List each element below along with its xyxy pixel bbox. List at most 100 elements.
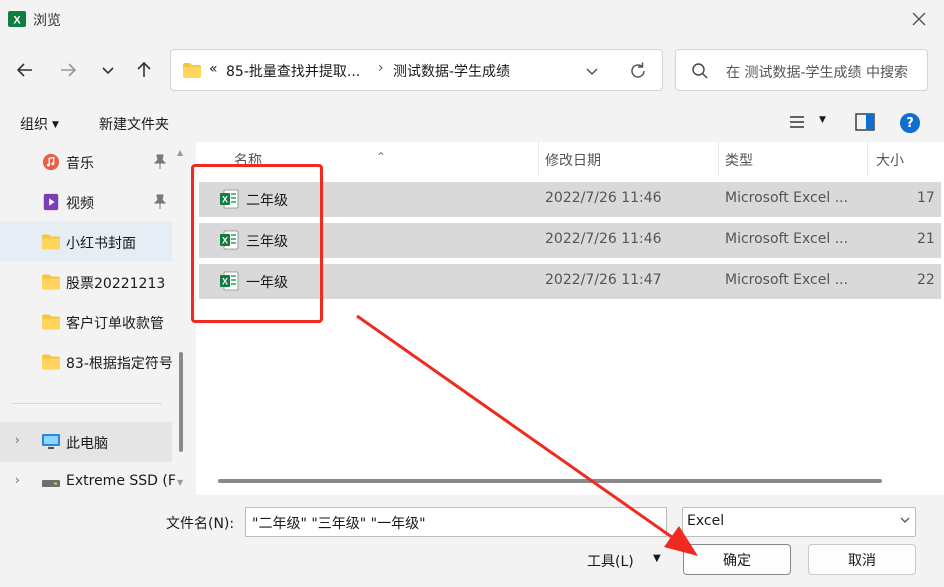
sidebar-scrollbar[interactable]	[179, 352, 183, 452]
filename-label: 文件名(N):	[166, 516, 235, 532]
expand-chevron-icon[interactable]: ›	[15, 433, 20, 447]
cancel-button[interactable]: 取消	[808, 544, 916, 575]
up-arrow-icon	[137, 61, 151, 77]
sidebar-item-label: 股票20221213	[66, 276, 166, 292]
folder-icon	[183, 63, 201, 78]
command-bar: 组织 ▼ 新建文件夹 ▼ ?	[0, 102, 944, 142]
file-list: 名称 ⌃ 修改日期 类型 大小 X 二年级 2022/7/26 11:46 Mi…	[196, 142, 944, 495]
sidebar-item-music[interactable]: 音乐	[0, 142, 172, 182]
sidebar-divider	[12, 403, 162, 404]
organize-menu[interactable]: 组织 ▼	[20, 114, 59, 134]
address-segment-current[interactable]: 测试数据-学生成绩	[393, 61, 510, 81]
column-header-type[interactable]: 类型	[719, 142, 867, 176]
caret-down-icon: ▼	[52, 120, 59, 130]
svg-text:X: X	[222, 195, 228, 205]
file-date: 2022/7/26 11:46	[545, 190, 662, 206]
address-dropdown-icon[interactable]	[581, 60, 603, 82]
file-row[interactable]: X 一年级 2022/7/26 11:47 Microsoft Excel ..…	[199, 264, 941, 299]
scroll-up-icon[interactable]: ▲	[177, 148, 183, 157]
sidebar-item-83[interactable]: 83-根据指定符号	[0, 342, 173, 382]
expand-chevron-icon[interactable]: ›	[15, 473, 20, 487]
search-box[interactable]: 在 测试数据-学生成绩 中搜索	[675, 49, 928, 91]
excel-file-icon: X	[220, 189, 239, 209]
svg-text:X: X	[222, 277, 228, 287]
forward-arrow-icon	[61, 63, 77, 77]
filetype-select[interactable]: Excel	[682, 507, 916, 537]
excel-file-icon: X	[220, 230, 239, 250]
folder-icon	[42, 314, 60, 330]
tools-menu[interactable]: 工具(L)	[587, 551, 634, 571]
navigation-bar: « 85-批量查找并提取... › 测试数据-学生成绩 在 测试数据-学生成绩 …	[0, 38, 944, 102]
new-folder-button[interactable]: 新建文件夹	[99, 114, 169, 134]
sidebar-item-this-pc[interactable]: › 此电脑	[0, 422, 172, 462]
tools-caret-icon[interactable]: ▼	[653, 553, 661, 564]
file-type: Microsoft Excel ...	[725, 272, 849, 288]
sidebar-item-label: 83-根据指定符号	[66, 356, 173, 372]
forward-button[interactable]	[54, 56, 82, 84]
sidebar-item-label: 客户订单收款管	[66, 316, 164, 332]
address-overflow[interactable]: «	[209, 61, 218, 77]
sidebar-item-video[interactable]: 视频	[0, 182, 172, 222]
sidebar-item-stocks[interactable]: 股票20221213	[0, 262, 172, 302]
view-options-caret-icon[interactable]: ▼	[819, 115, 826, 125]
address-separator[interactable]: ›	[378, 60, 384, 76]
dialog-footer: 文件名(N): "二年级" "三年级" "一年级" Excel 工具(L) ▼ …	[0, 495, 944, 587]
column-header-name[interactable]: 名称 ⌃	[196, 142, 538, 176]
search-placeholder[interactable]: 在 测试数据-学生成绩 中搜索	[726, 62, 908, 82]
filename-input[interactable]: "二年级" "三年级" "一年级"	[245, 507, 667, 537]
sidebar-item-label: 视频	[66, 196, 94, 212]
view-list-icon[interactable]	[788, 113, 806, 131]
video-icon	[43, 193, 59, 211]
help-icon[interactable]: ?	[900, 113, 920, 133]
back-button[interactable]	[11, 56, 39, 84]
close-button[interactable]	[905, 6, 933, 32]
folder-icon	[42, 274, 60, 290]
music-icon	[42, 153, 60, 171]
filetype-value: Excel	[687, 513, 725, 529]
drive-icon	[42, 480, 60, 487]
column-name-label: 名称	[234, 153, 262, 169]
window-title: 浏览	[33, 13, 61, 29]
sidebar-item-extreme-ssd[interactable]: › Extreme SSD (F	[0, 462, 176, 495]
pin-icon	[153, 154, 167, 169]
chevron-down-icon	[900, 517, 910, 523]
search-icon	[692, 63, 708, 79]
navigation-pane: 音乐 视频 小红书封面 股票20221213 客户订单收款管 83-根据指定符号…	[0, 142, 196, 495]
computer-icon	[42, 434, 60, 449]
organize-label: 组织	[20, 117, 48, 133]
excel-icon: X	[8, 11, 26, 27]
sidebar-item-orders[interactable]: 客户订单收款管	[0, 302, 172, 342]
column-header-date[interactable]: 修改日期	[539, 142, 717, 176]
file-size: 21	[917, 231, 935, 247]
file-name: 三年级	[246, 234, 288, 250]
file-row[interactable]: X 二年级 2022/7/26 11:46 Microsoft Excel ..…	[199, 182, 941, 217]
up-button[interactable]	[130, 56, 158, 84]
close-icon	[912, 12, 926, 26]
preview-pane-icon[interactable]	[855, 113, 875, 131]
horizontal-scrollbar[interactable]	[218, 479, 882, 483]
file-row[interactable]: X 三年级 2022/7/26 11:46 Microsoft Excel ..…	[199, 223, 941, 258]
pin-icon	[153, 194, 167, 209]
title-bar: X 浏览	[0, 0, 944, 38]
chevron-down-icon	[102, 67, 114, 75]
file-size: 22	[917, 272, 935, 288]
address-segment-parent[interactable]: 85-批量查找并提取...	[226, 61, 360, 81]
address-bar[interactable]: « 85-批量查找并提取... › 测试数据-学生成绩	[170, 49, 663, 91]
recent-locations-button[interactable]	[94, 56, 122, 84]
refresh-icon[interactable]	[626, 59, 650, 83]
file-date: 2022/7/26 11:47	[545, 272, 662, 288]
column-header-size[interactable]: 大小	[868, 142, 944, 176]
file-size: 17	[917, 190, 935, 206]
sort-up-icon: ⌃	[376, 150, 387, 164]
excel-file-icon: X	[220, 271, 239, 291]
file-date: 2022/7/26 11:46	[545, 231, 662, 247]
svg-text:X: X	[13, 15, 21, 27]
sidebar-item-label: 小红书封面	[66, 236, 136, 252]
sidebar-item-label: 此电脑	[66, 436, 108, 452]
ok-button[interactable]: 确定	[683, 544, 791, 575]
file-type: Microsoft Excel ...	[725, 231, 849, 247]
svg-text:X: X	[222, 236, 228, 246]
sidebar-item-xiaohongshu[interactable]: 小红书封面	[0, 222, 172, 262]
scroll-down-icon[interactable]: ▼	[177, 478, 183, 487]
file-name: 一年级	[246, 275, 288, 291]
